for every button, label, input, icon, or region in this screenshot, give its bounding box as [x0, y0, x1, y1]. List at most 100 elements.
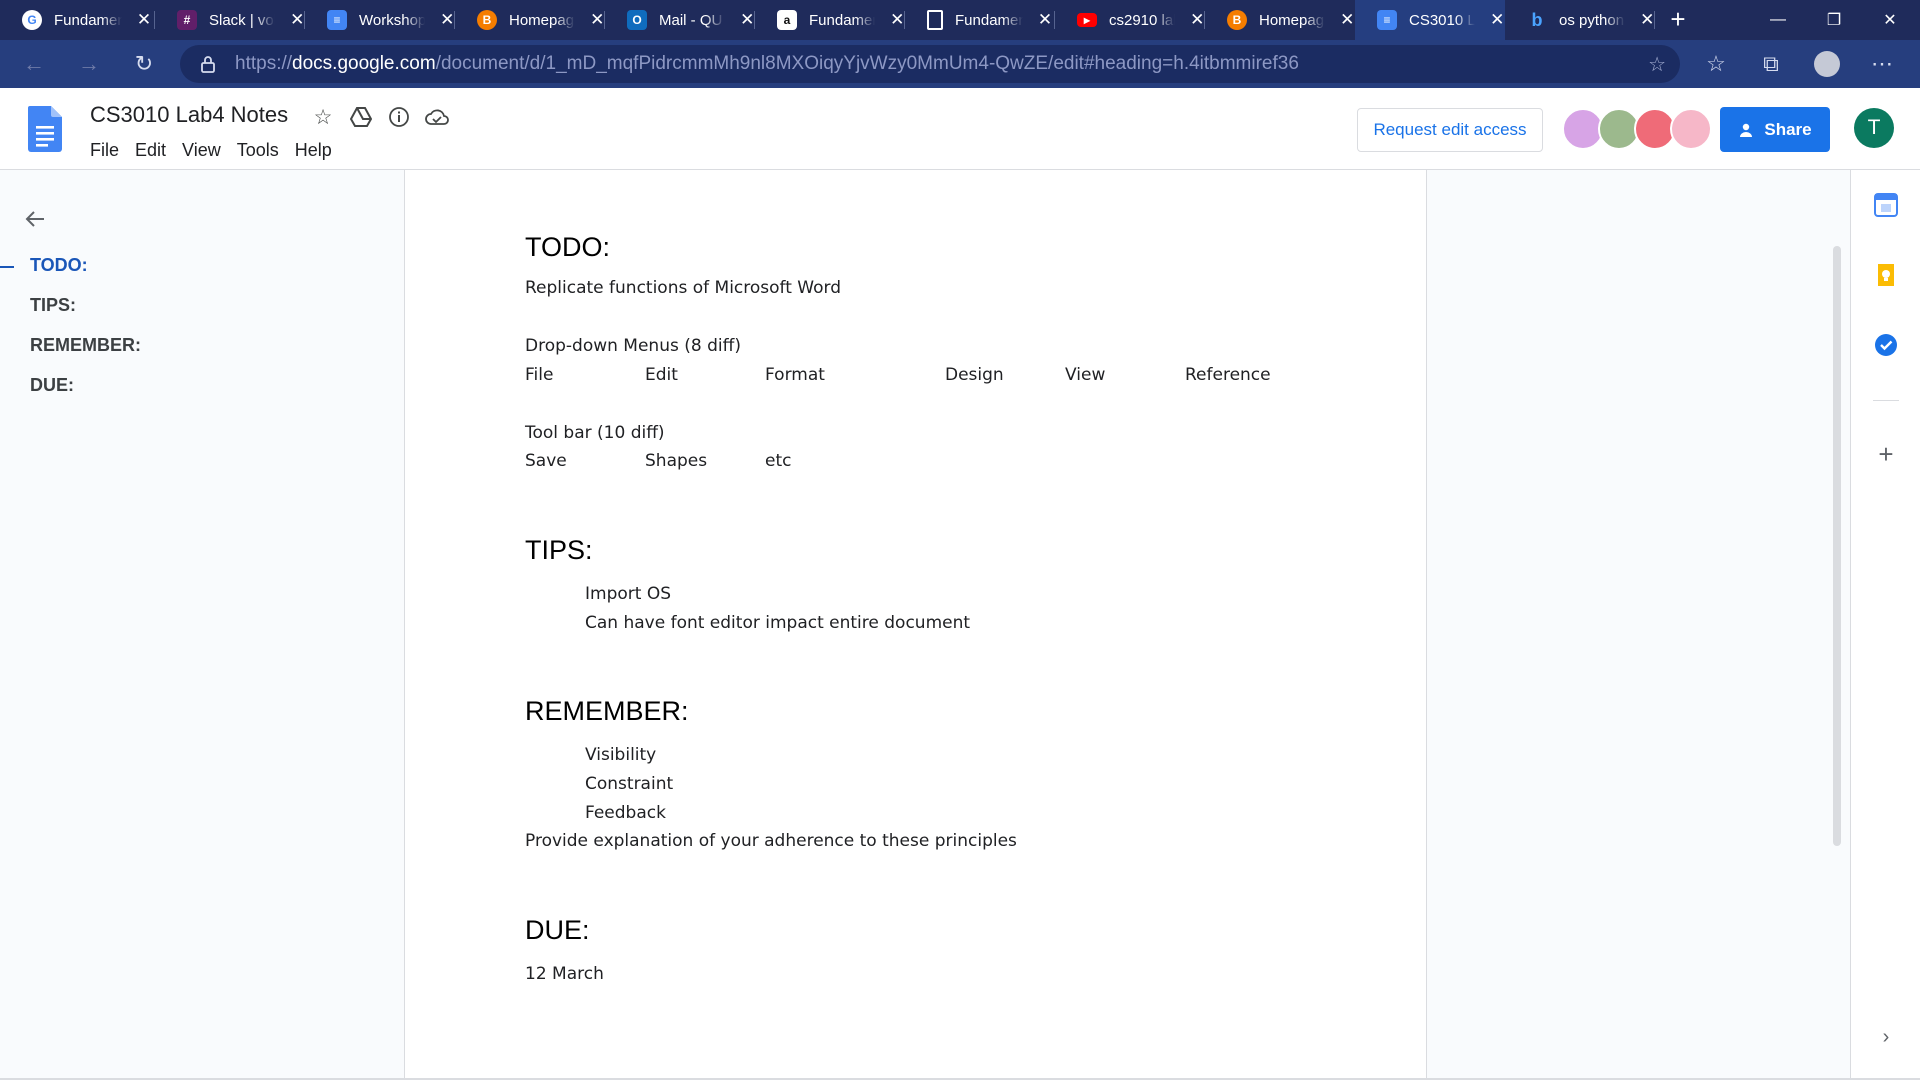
profile-icon[interactable] [1811, 48, 1843, 80]
close-tab-icon[interactable]: ✕ [1639, 10, 1655, 30]
toolbar-item: Shapes [645, 451, 708, 471]
side-panel: + › [1850, 170, 1920, 1080]
slack-icon: # [177, 10, 197, 30]
outline-item-tips[interactable]: TIPS: [30, 295, 76, 316]
close-tab-icon[interactable]: ✕ [589, 10, 605, 30]
heading-todo: TODO: [525, 232, 611, 262]
close-tab-icon[interactable]: ✕ [289, 10, 305, 30]
blogger-icon: B [1227, 10, 1247, 30]
browser-tab-active[interactable]: ≡ CS3010 La ✕ [1355, 0, 1505, 40]
collections-icon[interactable]: ⧉ [1755, 48, 1787, 80]
user-avatar[interactable]: T [1854, 108, 1894, 148]
collaborator-avatar[interactable] [1670, 108, 1712, 150]
outline-item-label: TODO: [30, 255, 88, 275]
browser-tab[interactable]: a Fundamen ✕ [755, 0, 905, 40]
close-tab-icon[interactable]: ✕ [889, 10, 905, 30]
browser-tab[interactable]: Fundamen ✕ [905, 0, 1055, 40]
close-tab-icon[interactable]: ✕ [1189, 10, 1205, 30]
document-title[interactable]: CS3010 Lab4 Notes [90, 102, 288, 128]
browser-tab[interactable]: G Fundamen ✕ [0, 0, 155, 40]
dropdown-item: Design [945, 365, 1004, 385]
close-tab-icon[interactable]: ✕ [1339, 10, 1355, 30]
menu-edit[interactable]: Edit [127, 138, 174, 163]
todo-line: Replicate functions of Microsoft Word [525, 278, 841, 298]
request-edit-access-button[interactable]: Request edit access [1357, 108, 1543, 152]
google-docs-logo-icon[interactable] [28, 106, 62, 152]
minimize-button[interactable]: — [1750, 0, 1806, 40]
youtube-icon: ▶ [1077, 13, 1097, 27]
outlook-icon: O [627, 10, 647, 30]
google-icon: G [22, 10, 42, 30]
browser-tab-strip: G Fundamen ✕ # Slack | vol ✕ ≡ Workshop … [0, 0, 1920, 40]
outline-item-todo[interactable]: TODO: [0, 255, 88, 276]
heading-tips: TIPS: [525, 535, 593, 565]
outline-item-remember[interactable]: REMEMBER: [30, 335, 141, 356]
menu-view[interactable]: View [174, 138, 229, 163]
tips-item: Can have font editor impact entire docum… [585, 613, 971, 633]
favorites-icon[interactable]: ☆ [1700, 48, 1732, 80]
cloud-saved-icon[interactable] [424, 104, 450, 130]
docs-icon: ≡ [327, 10, 347, 30]
dropdown-item: View [1065, 365, 1106, 385]
share-button[interactable]: Share [1720, 107, 1830, 152]
dropdown-item: Reference [1185, 365, 1271, 385]
restore-button[interactable]: ❐ [1806, 0, 1862, 40]
due-date: 12 March [525, 964, 604, 984]
close-tab-icon[interactable]: ✕ [1489, 10, 1505, 30]
browser-tab[interactable]: # Slack | vol ✕ [155, 0, 305, 40]
close-tab-icon[interactable]: ✕ [739, 10, 755, 30]
close-window-button[interactable]: ✕ [1862, 0, 1918, 40]
toolbar-title: Tool bar (10 diff) [525, 423, 665, 443]
new-tab-button[interactable]: + [1664, 6, 1692, 34]
forward-button[interactable]: → [73, 48, 105, 80]
browser-tab[interactable]: B Homepag ✕ [455, 0, 605, 40]
tab-title: Workshop [359, 11, 426, 29]
keep-icon[interactable] [1873, 262, 1899, 288]
tab-separator [1654, 11, 1655, 29]
menu-tools[interactable]: Tools [229, 138, 287, 163]
tab-title: cs2910 lab [1109, 11, 1176, 29]
browser-tab[interactable]: ≡ Workshop ✕ [305, 0, 455, 40]
tab-title: Fundamen [54, 11, 122, 29]
get-addons-plus-icon[interactable]: + [1873, 441, 1899, 468]
close-tab-icon[interactable]: ✕ [136, 10, 152, 30]
star-icon[interactable]: ☆ [310, 104, 336, 130]
outline-item-due[interactable]: DUE: [30, 375, 74, 396]
tips-item: Import OS [585, 584, 671, 604]
docs-header: CS3010 Lab4 Notes ☆ File Edit View Tools… [0, 88, 1920, 170]
reload-button[interactable]: ↻ [128, 48, 160, 80]
docs-icon: ≡ [1377, 10, 1397, 30]
calendar-icon[interactable] [1873, 192, 1899, 218]
remember-note: Provide explanation of your adherence to… [525, 831, 1017, 851]
active-indicator [0, 266, 14, 268]
dropdown-item: Edit [645, 365, 678, 385]
browser-tab[interactable]: O Mail - QU ✕ [605, 0, 755, 40]
tab-title: Mail - QU [659, 11, 723, 29]
hide-side-panel-chevron-icon[interactable]: › [1873, 1026, 1899, 1052]
browser-tab[interactable]: b os python ✕ [1505, 0, 1655, 40]
browser-tab[interactable]: B Homepag ✕ [1205, 0, 1355, 40]
back-button[interactable]: ← [18, 48, 50, 80]
menu-help[interactable]: Help [287, 138, 340, 163]
dropdown-item: File [525, 365, 554, 385]
document-page[interactable]: TODO: Replicate functions of Microsoft W… [404, 170, 1427, 1080]
tab-title: Slack | vol [209, 11, 276, 29]
close-tab-icon[interactable]: ✕ [1037, 10, 1053, 30]
add-favorite-icon[interactable]: ☆ [1648, 52, 1666, 77]
tab-title: Homepag [509, 11, 575, 29]
settings-more-icon[interactable]: ⋯ [1866, 48, 1898, 80]
move-to-drive-icon[interactable] [348, 104, 374, 130]
close-outline-arrow-icon[interactable] [22, 206, 48, 232]
document-scrollbar[interactable] [1833, 246, 1841, 846]
browser-toolbar: ← → ↻ https://docs.google.com/document/d… [0, 40, 1920, 88]
tab-title: Fundamen [809, 11, 876, 29]
details-info-icon[interactable] [386, 104, 412, 130]
address-bar[interactable]: https://docs.google.com/document/d/1_mD_… [180, 45, 1680, 83]
tasks-icon[interactable] [1873, 332, 1899, 358]
remember-item: Feedback [585, 803, 666, 823]
toolbar-item: Save [525, 451, 567, 471]
toolbar-item: etc [765, 451, 792, 471]
menu-file[interactable]: File [82, 138, 127, 163]
close-tab-icon[interactable]: ✕ [439, 10, 455, 30]
browser-tab[interactable]: ▶ cs2910 lab ✕ [1055, 0, 1205, 40]
